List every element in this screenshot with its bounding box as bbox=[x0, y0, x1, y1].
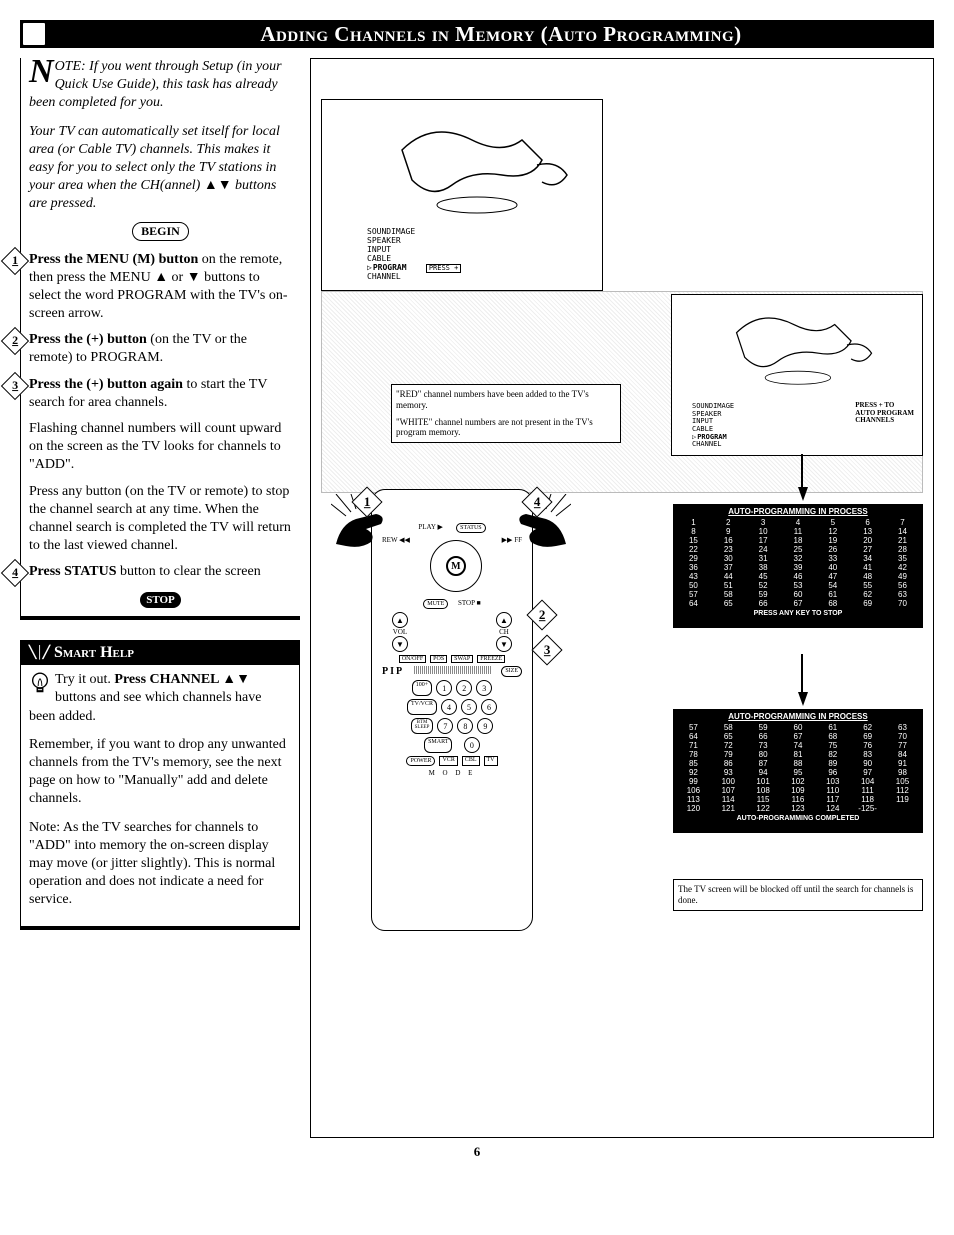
title-bar: Adding Channels in Memory (Auto Programm… bbox=[20, 20, 934, 48]
step-number-icon: 4 bbox=[1, 559, 29, 587]
arrow-down-icon bbox=[798, 487, 808, 501]
remote-play-label: PLAY ▶ bbox=[418, 523, 443, 533]
remote-digit: 1 bbox=[436, 680, 452, 696]
smart-p3: Note: As the TV searches for channels to… bbox=[29, 819, 291, 910]
smart-p1: Try it out. Press CHANNEL ▲▼ buttons and… bbox=[29, 671, 291, 726]
remote-digit: 8 bbox=[457, 718, 473, 734]
swimmer-figure-icon bbox=[382, 110, 582, 220]
remote-digit: 0 bbox=[464, 737, 480, 753]
section-checkbox-icon bbox=[20, 20, 48, 48]
step-4-lead: Press STATUS bbox=[29, 564, 117, 579]
remote-freeze-button: FREEZE bbox=[477, 655, 505, 663]
lightbulb-icon bbox=[29, 671, 51, 701]
info-white-text: "WHITE" channel numbers are not present … bbox=[396, 417, 616, 439]
tv-screen-1: SOUNDIMAGE SPEAKER INPUT CABLE PROGRAM P… bbox=[321, 99, 603, 291]
remote-mute-button: MUTE bbox=[423, 599, 448, 609]
step-3-para-b: Press any button (on the TV or remote) t… bbox=[29, 483, 292, 556]
begin-badge: BEGIN bbox=[29, 222, 292, 241]
smart-help-header: ╲ │ ╱ Smart Help bbox=[21, 641, 299, 666]
remote-mode-label: M O D E bbox=[382, 769, 522, 777]
stop-label: STOP bbox=[140, 592, 181, 608]
intro-paragraph: Your TV can automatically set itself for… bbox=[29, 123, 292, 214]
smart-p2: Remember, if you want to drop any unwant… bbox=[29, 736, 291, 809]
remote-ch-down-icon: ▼ bbox=[496, 636, 512, 652]
remote-100-button: 100+ bbox=[412, 680, 432, 696]
done-note-box: The TV screen will be blocked off until … bbox=[673, 879, 923, 911]
grid-title: AUTO-PROGRAMMING IN PROCESS bbox=[676, 507, 920, 516]
remote-onoff-button: ON/OFF bbox=[399, 655, 426, 663]
step-1: 1 Press the MENU (M) button on the remot… bbox=[29, 251, 292, 324]
remote-digit: 4 bbox=[441, 699, 457, 715]
remote-control-illustration: PLAY ▶ STATUS REW ◀◀▶▶ FF MUTE STOP ■ ▲V… bbox=[371, 489, 533, 931]
step-4-rest: button to clear the screen bbox=[117, 564, 261, 579]
step-4: 4 Press STATUS button to clear the scree… bbox=[29, 563, 292, 581]
remote-digit: 2 bbox=[456, 680, 472, 696]
osd-menu-list: SOUNDIMAGE SPEAKER INPUT CABLE PROGRAM P… bbox=[367, 228, 461, 282]
remote-vol-label: VOL bbox=[392, 628, 408, 636]
osd-menu-list-2: SOUNDIMAGE SPEAKER INPUT CABLE PROGRAM C… bbox=[692, 403, 734, 449]
channel-grid-2: AUTO-PROGRAMMING IN PROCESS 575859606162… bbox=[673, 709, 923, 833]
step-2: 2 Press the (+) button (on the TV or the… bbox=[29, 331, 292, 367]
channel-grid-1: AUTO-PROGRAMMING IN PROCESS 123456789101… bbox=[673, 504, 923, 628]
info-red-text: "RED" channel numbers have been added to… bbox=[396, 389, 616, 411]
remote-vol-down-icon: ▼ bbox=[392, 636, 408, 652]
remote-tvvcr-button: TV/VCR bbox=[407, 699, 437, 715]
stop-badge: STOP bbox=[29, 590, 292, 608]
arrow-connector bbox=[801, 454, 803, 489]
remote-size-button: SIZE bbox=[501, 666, 522, 677]
instructions-panel: NOTE: If you went through Setup (in your… bbox=[20, 58, 300, 620]
tv-screen-2: SOUNDIMAGE SPEAKER INPUT CABLE PROGRAM C… bbox=[671, 294, 923, 456]
callout-3-icon: 3 bbox=[531, 634, 562, 665]
spark-icon: ╲ │ ╱ bbox=[29, 645, 48, 661]
remote-pip-label: PIP bbox=[382, 666, 404, 677]
begin-label: BEGIN bbox=[132, 222, 189, 241]
remote-smart-button: SMART bbox=[424, 737, 452, 753]
menu-item: CHANNEL bbox=[367, 273, 461, 282]
remote-pos-button: POS bbox=[430, 655, 447, 663]
step-3-para-a: Flashing channel numbers will count upwa… bbox=[29, 420, 292, 475]
remote-digit: 9 bbox=[477, 718, 493, 734]
remote-stop-label: STOP ■ bbox=[458, 599, 481, 609]
remote-digit: 3 bbox=[476, 680, 492, 696]
remote-digit: 6 bbox=[481, 699, 497, 715]
remote-ch-label: CH bbox=[496, 628, 512, 636]
remote-tv-button: TV bbox=[484, 756, 498, 766]
note-text: OTE: If you went through Setup (in your … bbox=[29, 59, 282, 110]
remote-digit: 7 bbox=[437, 718, 453, 734]
remote-btm-sleep: BTMSLEEP bbox=[411, 718, 434, 734]
remote-digit: 5 bbox=[461, 699, 477, 715]
remote-vcr-button: VCR bbox=[439, 756, 457, 766]
swimmer-figure-icon bbox=[712, 300, 892, 390]
smart-help-panel: ╲ │ ╱ Smart Help Try it out. Press CHANN… bbox=[20, 640, 300, 930]
step-number-icon: 2 bbox=[1, 327, 29, 355]
step-3-lead: Press the (+) button again bbox=[29, 377, 183, 392]
menu-item: CHANNEL bbox=[692, 441, 734, 449]
remote-ch-up-icon: ▲ bbox=[496, 612, 512, 628]
info-box: "RED" channel numbers have been added to… bbox=[391, 384, 621, 443]
step-2-lead: Press the (+) button bbox=[29, 332, 147, 347]
arrow-connector bbox=[801, 654, 803, 694]
auto-program-tip: PRESS + TO AUTO PROGRAM CHANNELS bbox=[855, 402, 914, 425]
step-1-lead: Press the MENU (M) button bbox=[29, 252, 198, 267]
page-number: 6 bbox=[20, 1144, 934, 1160]
step-number-icon: 3 bbox=[1, 371, 29, 399]
press-plus-box: PRESS + bbox=[426, 264, 462, 274]
remote-vol-up-icon: ▲ bbox=[392, 612, 408, 628]
note-paragraph: NOTE: If you went through Setup (in your… bbox=[29, 58, 292, 113]
arrow-down-icon bbox=[798, 692, 808, 706]
remote-power-button: POWER bbox=[406, 756, 435, 766]
grid-title: AUTO-PROGRAMMING IN PROCESS bbox=[676, 712, 920, 721]
remote-swap-button: SWAP bbox=[451, 655, 473, 663]
remote-dpad-icon bbox=[430, 540, 482, 592]
remote-status-button: STATUS bbox=[456, 523, 486, 533]
smart-help-title: Smart Help bbox=[54, 643, 134, 664]
page-title: Adding Channels in Memory (Auto Programm… bbox=[68, 22, 934, 47]
dropcap: N bbox=[29, 58, 55, 87]
remote-cbl-button: CBL bbox=[462, 756, 480, 766]
step-number-icon: 1 bbox=[1, 246, 29, 274]
step-3: 3 Press the (+) button again to start th… bbox=[29, 376, 292, 412]
diagram-panel: SOUNDIMAGE SPEAKER INPUT CABLE PROGRAM P… bbox=[310, 58, 934, 1138]
